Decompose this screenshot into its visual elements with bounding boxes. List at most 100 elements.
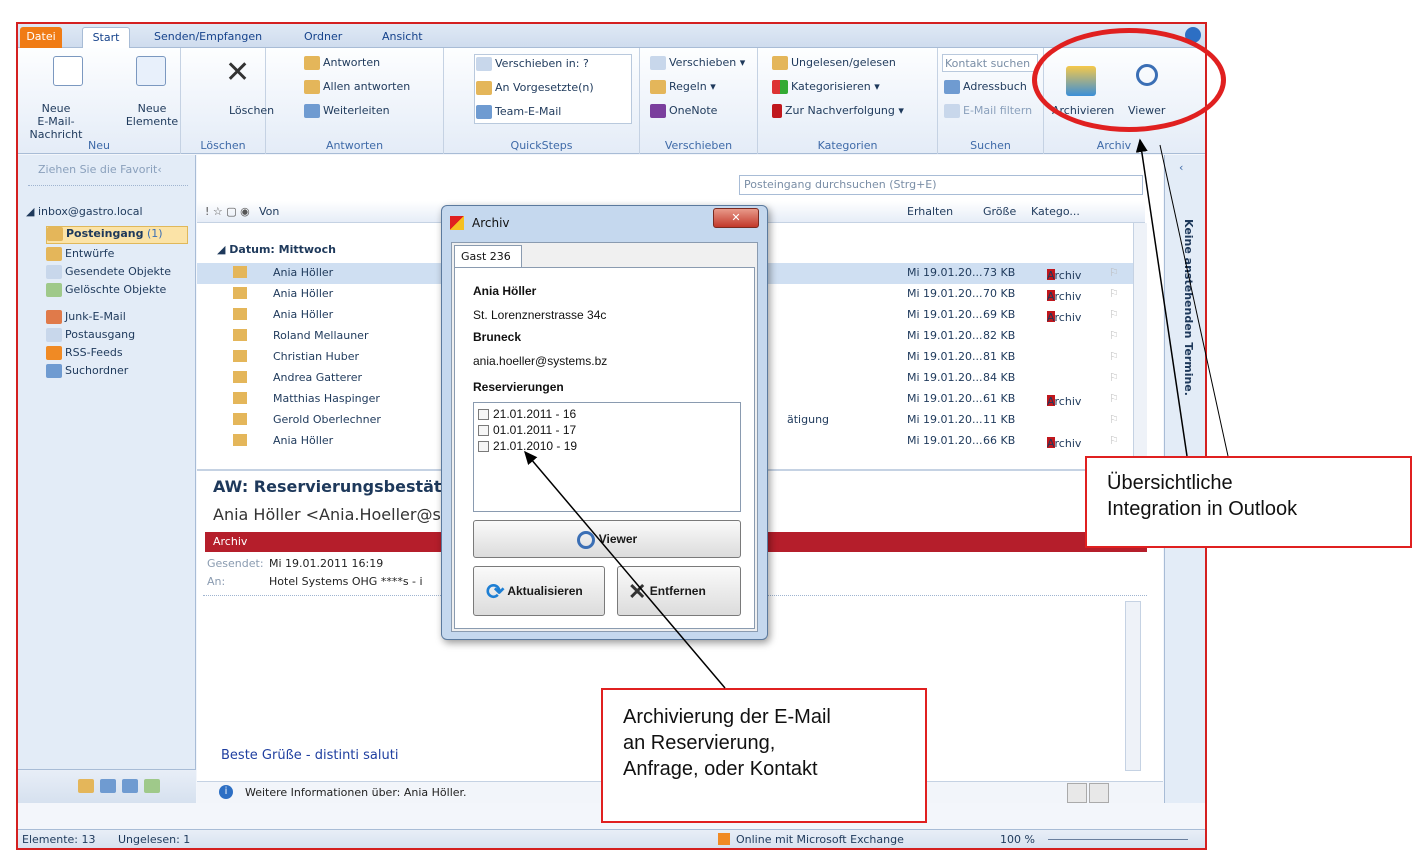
column-received[interactable]: Erhalten — [907, 205, 953, 218]
flag-icon[interactable]: ⚐ — [1109, 287, 1119, 300]
rules-button[interactable]: Regeln ▾ — [650, 78, 716, 96]
reservation-label: 01.01.2011 - 17 — [493, 423, 577, 437]
row-from: Ania Höller — [273, 308, 334, 321]
column-category[interactable]: Katego... — [1031, 205, 1080, 218]
group-label-verschieben: Verschieben — [664, 139, 733, 152]
flag-icon[interactable]: ⚐ — [1109, 371, 1119, 384]
remove-button[interactable]: ✕ Entfernen — [617, 566, 741, 616]
quickstep-manager[interactable]: An Vorgesetzte(n) — [476, 79, 594, 97]
folder-postausgang[interactable]: Postausgang — [46, 328, 135, 342]
group-header: ◢ Datum: Mittwoch — [217, 243, 336, 256]
reply-all-button[interactable]: Allen antworten — [304, 78, 410, 96]
flag-icon[interactable]: ⚐ — [1109, 329, 1119, 342]
flag-icon[interactable]: ⚐ — [1109, 392, 1119, 405]
exchange-icon — [718, 833, 730, 845]
onenote-icon — [650, 104, 666, 118]
guest-email: ania.hoeller@systems.bz — [473, 354, 608, 368]
envelope-icon — [233, 329, 247, 341]
calendar-nav-icon[interactable] — [100, 779, 116, 793]
row-category-label: Archiv — [1047, 395, 1082, 408]
read-unread-button[interactable]: Ungelesen/gelesen — [772, 54, 896, 72]
envelope-icon — [233, 371, 247, 383]
quickstep-move[interactable]: Verschieben in: ? — [476, 55, 589, 73]
categorize-button[interactable]: Kategorisieren ▾ — [772, 78, 880, 96]
account-node[interactable]: ◢ inbox@gastro.local — [26, 205, 143, 218]
group-label-antworten: Antworten — [325, 139, 384, 152]
contacts-nav-icon[interactable] — [122, 779, 138, 793]
checkbox[interactable] — [478, 409, 489, 421]
envelope-icon — [233, 308, 247, 320]
row-subject: ätigung — [787, 413, 830, 426]
column-size[interactable]: Größe — [983, 205, 1016, 218]
row-received: Mi 19.01.20... — [907, 266, 983, 279]
quickstep-team[interactable]: Team-E-Mail — [476, 103, 561, 121]
flag-icon[interactable]: ⚐ — [1109, 308, 1119, 321]
envelope-icon — [233, 266, 247, 278]
collapse-icon[interactable]: ‹ — [1179, 161, 1183, 174]
people-info[interactable]: Weitere Informationen über: Ania Höller. — [245, 786, 467, 799]
group-quicksteps: Verschieben in: ? An Vorgesetzte(n) Team… — [444, 48, 640, 154]
forward-button[interactable]: Weiterleiten — [304, 102, 390, 120]
tab-ansicht[interactable]: Ansicht — [376, 27, 429, 48]
checkbox[interactable] — [478, 441, 489, 453]
flag-icon — [772, 104, 782, 118]
flag-icon[interactable]: ⚐ — [1109, 350, 1119, 363]
folder-entwuerfe[interactable]: Entwürfe — [46, 247, 114, 261]
new-mail-button[interactable]: Neue E-Mail-Nachricht — [18, 102, 94, 141]
folder-label: Gesendete Objekte — [65, 265, 172, 278]
row-from: Matthias Haspinger — [273, 392, 380, 405]
mail-nav-icon[interactable] — [78, 779, 94, 793]
row-size: 73 KB — [983, 266, 1016, 279]
followup-button[interactable]: Zur Nachverfolgung ▾ — [772, 102, 904, 120]
row-size: 11 KB — [983, 413, 1016, 426]
tab-start[interactable]: Start — [82, 27, 130, 48]
reservations-list: 21.01.2011 - 16 01.01.2011 - 17 21.01.2010… — [473, 402, 741, 512]
tab-senden-empfangen[interactable]: Senden/Empfangen — [148, 27, 268, 48]
filter-mail-button[interactable]: E-Mail filtern — [944, 102, 1032, 120]
flag-icon[interactable]: ⚐ — [1109, 413, 1119, 426]
reservation-item[interactable]: 21.01.2011 - 16 — [478, 407, 576, 421]
flag-icon[interactable]: ⚐ — [1109, 266, 1119, 279]
move-button[interactable]: Verschieben ▾ — [650, 54, 745, 72]
status-exchange: Online mit Microsoft Exchange — [736, 833, 904, 846]
column-from[interactable]: Von — [259, 205, 279, 218]
reservation-item[interactable]: 01.01.2011 - 17 — [478, 423, 576, 437]
folder-suchordner[interactable]: Suchordner — [46, 364, 128, 378]
new-items-button[interactable]: Neue Elemente — [122, 102, 182, 128]
group-label-kategorien: Kategorien — [817, 139, 878, 152]
reading-from: Ania Höller <Ania.Hoeller@s — [213, 505, 441, 524]
row-category-label: Archiv — [1047, 290, 1082, 303]
list-scrollbar[interactable] — [1133, 223, 1147, 467]
folder-rss[interactable]: RSS-Feeds — [46, 346, 123, 360]
sent-icon — [46, 265, 62, 279]
tab-ordner[interactable]: Ordner — [298, 27, 348, 48]
new-mail-icon — [53, 56, 83, 86]
folder-junk[interactable]: Junk-E-Mail — [46, 310, 126, 324]
reading-subject: AW: Reservierungsbestätig — [213, 477, 459, 496]
folder-gesendet[interactable]: Gesendete Objekte — [46, 265, 171, 279]
reply-button[interactable]: Antworten — [304, 54, 380, 72]
close-icon[interactable]: ✕ — [713, 208, 759, 228]
contact-search-input[interactable]: Kontakt suchen — [942, 54, 1038, 72]
folder-label: RSS-Feeds — [65, 346, 123, 359]
folder-posteingang[interactable]: Posteingang (1) — [46, 226, 188, 244]
tasks-nav-icon[interactable] — [144, 779, 160, 793]
tab-gast[interactable]: Gast 236 — [454, 245, 522, 267]
flag-icon[interactable]: ⚐ — [1109, 434, 1119, 447]
viewer-dialog-button[interactable]: Viewer — [473, 520, 741, 558]
zoom-slider[interactable] — [1048, 839, 1188, 840]
reading-scrollbar[interactable] — [1125, 601, 1141, 771]
folder-label: Posteingang — [66, 227, 144, 240]
refresh-button[interactable]: ⟳ Aktualisieren — [473, 566, 605, 616]
addressbook-button[interactable]: Adressbuch — [944, 78, 1027, 96]
onenote-button[interactable]: OneNote — [650, 102, 717, 120]
search-input[interactable]: Posteingang durchsuchen (Strg+E) — [739, 175, 1143, 195]
tab-datei[interactable]: Datei — [20, 27, 62, 48]
row-received: Mi 19.01.20... — [907, 350, 983, 363]
checkbox[interactable] — [478, 425, 489, 437]
column-icons[interactable]: ! ☆ ▢ ◉ — [205, 205, 250, 218]
row-category-label: Archiv — [1047, 269, 1082, 282]
reservation-item[interactable]: 21.01.2010 - 19 — [478, 439, 577, 453]
folder-geloescht[interactable]: Gelöschte Objekte — [46, 283, 166, 297]
row-from: Ania Höller — [273, 434, 334, 447]
